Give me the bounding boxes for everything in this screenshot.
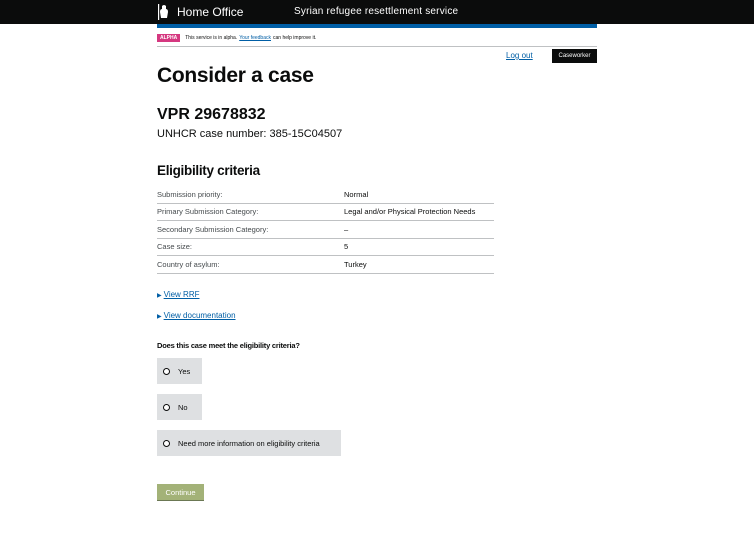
- caret-right-icon: ▶: [157, 293, 162, 299]
- site-header: Home Office Syrian refugee resettlement …: [0, 0, 754, 24]
- table-row: Case size: 5: [157, 239, 494, 256]
- row-value: –: [344, 224, 349, 234]
- row-value: Turkey: [344, 259, 367, 269]
- alpha-tag: ALPHA: [157, 34, 181, 42]
- case-reference: VPR 29678832: [157, 106, 266, 123]
- eligibility-question: Does this case meet the eligibility crit…: [157, 341, 300, 350]
- view-rrf-link[interactable]: View RRF: [164, 290, 200, 299]
- radio-option-yes[interactable]: Yes: [157, 358, 202, 384]
- row-key: Primary Submission Category:: [157, 207, 259, 217]
- table-row: Primary Submission Category: Legal and/o…: [157, 204, 494, 221]
- radio-option-no[interactable]: No: [157, 394, 202, 420]
- table-row: Country of asylum: Turkey: [157, 256, 494, 274]
- row-value: Legal and/or Physical Protection Needs: [344, 207, 476, 217]
- phase-text-after: can help improve it.: [273, 35, 317, 41]
- caret-right-icon: ▶: [157, 314, 162, 320]
- phase-banner: ALPHA This service is in alpha. Your fee…: [157, 33, 316, 43]
- row-value: 5: [344, 242, 349, 252]
- logout-link[interactable]: Log out: [506, 51, 533, 60]
- table-row: Submission priority: Normal: [157, 186, 494, 204]
- radio-label: No: [178, 402, 188, 412]
- phase-text-before: This service is in alpha.: [185, 35, 238, 41]
- row-key: Submission priority:: [157, 189, 223, 199]
- role-badge: Caseworker: [552, 49, 597, 63]
- radio-button[interactable]: [163, 439, 170, 447]
- radio-button[interactable]: [163, 403, 170, 411]
- crest-icon: [158, 4, 168, 20]
- continue-button[interactable]: Continue: [157, 484, 204, 500]
- eligibility-table: Submission priority: Normal Primary Subm…: [157, 186, 494, 274]
- table-row: Secondary Submission Category: –: [157, 221, 494, 239]
- row-value: Normal: [344, 189, 369, 199]
- row-key: Country of asylum:: [157, 259, 220, 269]
- service-name-link[interactable]: Syrian refugee resettlement service: [294, 6, 458, 17]
- brand-name: Home Office: [177, 5, 244, 19]
- radio-option-need-more-info[interactable]: Need more information on eligibility cri…: [157, 430, 341, 456]
- unhcr-case-number: UNHCR case number: 385-15C04507: [157, 128, 343, 140]
- page-title: Consider a case: [157, 64, 314, 87]
- header-accent-bar: [157, 24, 597, 28]
- eligibility-heading: Eligibility criteria: [157, 163, 260, 178]
- view-documentation-toggle[interactable]: ▶ View documentation: [157, 311, 236, 320]
- row-key: Secondary Submission Category:: [157, 224, 269, 234]
- view-rrf-toggle[interactable]: ▶ View RRF: [157, 290, 199, 299]
- radio-button[interactable]: [163, 367, 170, 375]
- row-key: Case size:: [157, 242, 193, 252]
- view-documentation-link[interactable]: View documentation: [164, 311, 236, 320]
- feedback-link[interactable]: Your feedback: [239, 35, 271, 41]
- home-office-logo-link[interactable]: Home Office: [157, 0, 243, 24]
- radio-label: Need more information on eligibility cri…: [178, 438, 320, 448]
- phase-divider: [157, 46, 597, 47]
- radio-label: Yes: [178, 366, 191, 376]
